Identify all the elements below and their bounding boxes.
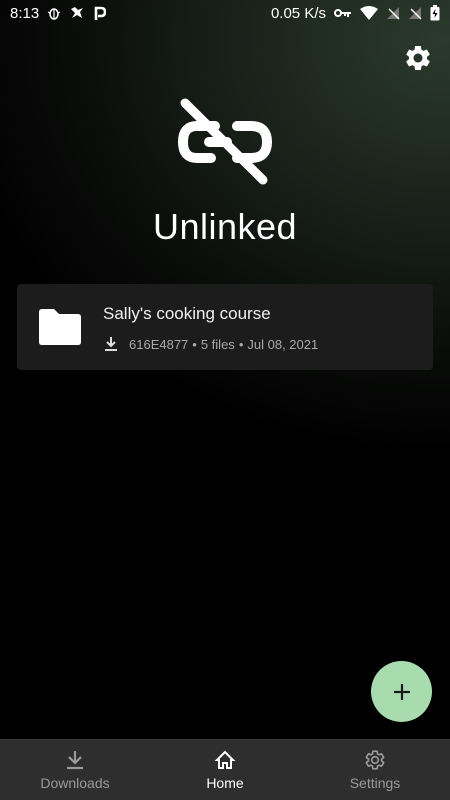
gear-icon [406,45,430,70]
bug-icon [47,6,61,20]
folder-icon [37,308,83,346]
meta-separator: • [192,336,197,352]
status-time: 8:13 [10,4,40,22]
download-icon [67,751,83,770]
course-date: Jul 08, 2021 [247,336,319,352]
download-icon [105,337,117,351]
course-title: Sally's cooking course [103,304,271,323]
plus-icon [393,683,410,700]
settings-button[interactable] [400,40,436,76]
bottom-nav: Downloads Home Settings [0,739,450,800]
course-code: 616E4877 [129,336,189,352]
status-left: 8:13 [10,4,107,22]
nav-home[interactable]: Home [150,740,300,800]
course-card[interactable]: Sally's cooking course 616E4877 • 5 file… [17,284,433,370]
home-icon [214,750,236,769]
add-button[interactable] [371,661,432,722]
nav-downloads[interactable]: Downloads [0,740,150,800]
bird-icon [69,6,85,20]
sim-no-signal-icon [386,6,400,20]
net-speed: 0.05 K/s [270,4,326,22]
nav-settings[interactable]: Settings [300,740,450,800]
meta-separator: • [238,336,244,352]
course-files: 5 files [200,336,235,352]
gear-icon [365,750,385,770]
link-off-icon [175,98,275,188]
nav-home-label: Home [206,775,244,791]
p-icon [93,6,107,21]
sim-no-signal-icon [408,6,422,20]
page-title: Unlinked [152,206,298,247]
nav-downloads-label: Downloads [40,775,110,791]
status-bar: 8:13 0.05 K/s [0,0,450,26]
nav-settings-label: Settings [349,775,401,791]
battery-charging-icon [430,5,440,21]
course-meta: 616E4877 • 5 files • Jul 08, 2021 [103,336,318,352]
wifi-icon [360,6,378,20]
status-right: 0.05 K/s [271,5,440,22]
key-icon [334,8,352,18]
